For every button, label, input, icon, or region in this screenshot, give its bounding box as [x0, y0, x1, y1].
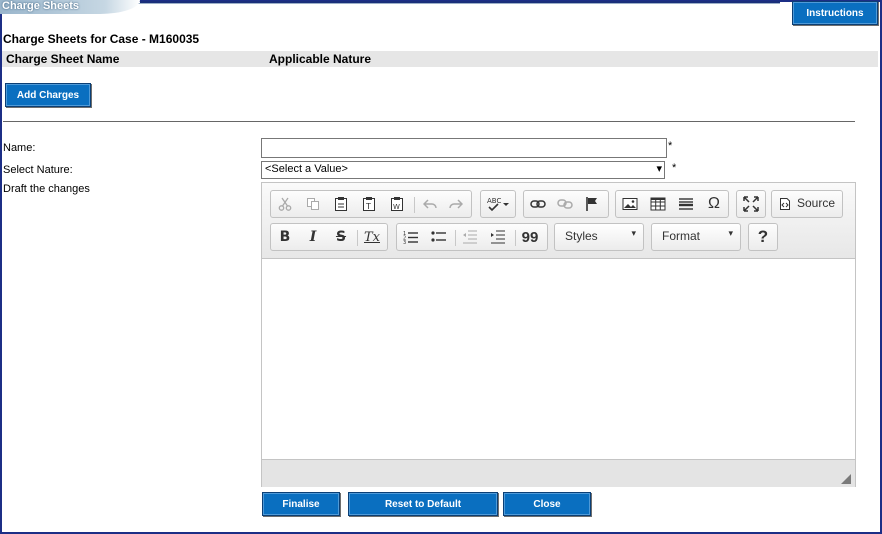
rich-text-editor: T W ABC Ω Source B I S Tx 1 2 3 99 Style… — [261, 182, 856, 487]
redo-icon[interactable] — [445, 193, 467, 215]
unlink-icon[interactable] — [554, 193, 576, 215]
nature-required-mark: * — [672, 162, 677, 174]
outdent-icon[interactable] — [459, 226, 481, 248]
anchor-icon[interactable] — [581, 193, 603, 215]
basic-styles-group: B I S Tx — [270, 223, 388, 251]
special-char-icon[interactable]: Ω — [703, 193, 725, 215]
tab-bar: Charge Sheets — [0, 0, 780, 16]
paste-word-icon[interactable]: W — [386, 193, 408, 215]
source-group: Source — [771, 190, 843, 218]
svg-text:T: T — [365, 202, 371, 211]
spellcheck-group: ABC — [480, 190, 516, 218]
italic-icon[interactable]: I — [302, 226, 324, 248]
link-icon[interactable] — [527, 193, 549, 215]
finalise-button[interactable]: Finalise — [262, 492, 340, 516]
nature-selected-value: <Select a Value> — [265, 163, 348, 175]
clipboard-group: T W — [270, 190, 472, 218]
blockquote-icon[interactable]: 99 — [519, 226, 541, 248]
bold-icon[interactable]: B — [274, 226, 296, 248]
page-title: Charge Sheets for Case - M160035 — [3, 32, 200, 46]
help-group: ? — [748, 223, 778, 251]
maximize-icon[interactable] — [740, 193, 762, 215]
close-button[interactable]: Close — [503, 492, 591, 516]
tab-charge-sheets[interactable]: Charge Sheets — [0, 0, 140, 14]
insert-group: Ω — [615, 190, 729, 218]
bulleted-list-icon[interactable] — [428, 226, 450, 248]
link-group — [523, 190, 609, 218]
resize-handle-icon[interactable] — [841, 474, 851, 484]
maximize-group — [736, 190, 766, 218]
svg-text:W: W — [393, 203, 400, 211]
editor-status-bar — [262, 459, 855, 487]
toolbar-separator — [515, 230, 516, 246]
svg-text:ABC: ABC — [487, 197, 501, 205]
editor-content-area[interactable] — [262, 259, 855, 459]
image-icon[interactable] — [619, 193, 641, 215]
undo-icon[interactable] — [419, 193, 441, 215]
source-button[interactable]: Source — [772, 191, 842, 217]
draft-label: Draft the changes — [3, 183, 90, 195]
format-label: Format — [662, 229, 701, 243]
divider — [3, 121, 855, 122]
table-icon[interactable] — [647, 193, 669, 215]
nature-select[interactable]: <Select a Value> ▾ — [261, 161, 665, 179]
paste-icon[interactable] — [330, 193, 352, 215]
chevron-down-icon: ▾ — [728, 228, 733, 238]
column-applicable-nature: Applicable Nature — [269, 52, 372, 66]
spellcheck-icon[interactable]: ABC — [484, 193, 512, 215]
editor-toolbar: T W ABC Ω Source B I S Tx 1 2 3 99 Style… — [262, 183, 855, 259]
paste-text-icon[interactable]: T — [358, 193, 380, 215]
remove-format-icon[interactable]: Tx — [361, 226, 383, 248]
source-icon — [779, 197, 791, 214]
copy-icon[interactable] — [302, 193, 324, 215]
toolbar-separator — [455, 230, 456, 246]
styles-combo[interactable]: Styles ▾ — [554, 223, 644, 251]
cut-icon[interactable] — [274, 193, 296, 215]
chevron-down-icon: ▾ — [631, 228, 636, 238]
tab-title-label: Charge Sheets — [2, 0, 80, 12]
styles-label: Styles — [565, 229, 598, 243]
toolbar-separator — [414, 197, 415, 213]
tab-underline-light — [100, 3, 780, 4]
format-combo[interactable]: Format ▾ — [651, 223, 741, 251]
name-label: Name: — [3, 142, 36, 154]
indent-icon[interactable] — [487, 226, 509, 248]
svg-text:3: 3 — [403, 240, 406, 244]
chevron-down-icon: ▾ — [656, 163, 662, 175]
name-required-mark: * — [668, 140, 673, 152]
help-icon[interactable]: ? — [752, 226, 774, 248]
source-label: Source — [797, 196, 836, 210]
name-input[interactable] — [261, 138, 667, 158]
column-charge-sheet-name: Charge Sheet Name — [6, 52, 120, 66]
horizontal-rule-icon[interactable] — [675, 193, 697, 215]
instructions-button[interactable]: Instructions — [792, 1, 878, 25]
nature-label: Select Nature: — [3, 164, 73, 176]
strike-icon[interactable]: S — [330, 226, 352, 248]
reset-to-default-button[interactable]: Reset to Default — [348, 492, 498, 516]
toolbar-separator — [357, 230, 358, 246]
list-group: 123 99 — [396, 223, 548, 251]
grid-header: Charge Sheet Name Applicable Nature — [2, 51, 878, 67]
numbered-list-icon[interactable]: 123 — [400, 226, 422, 248]
add-charges-button[interactable]: Add Charges — [5, 83, 91, 107]
